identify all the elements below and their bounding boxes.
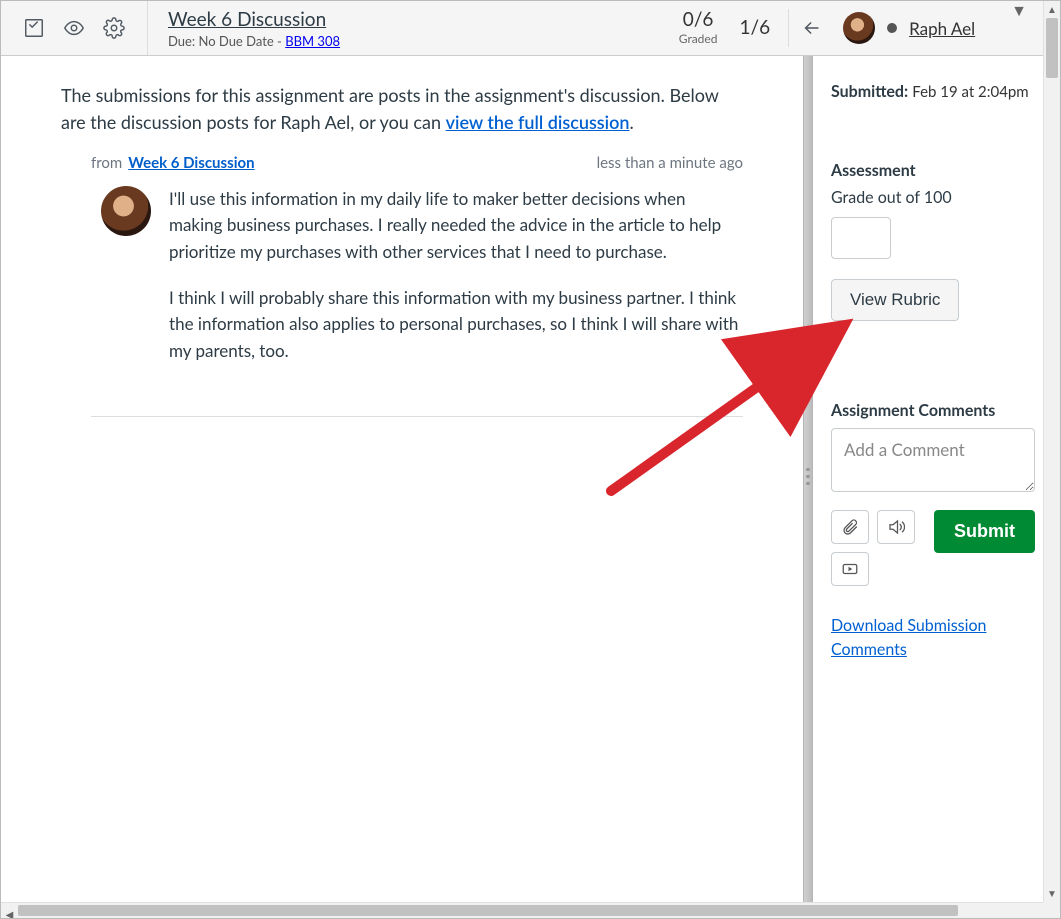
- body-area: The submissions for this assignment are …: [1, 56, 1043, 902]
- grading-stats: 0/6 Graded 1/6: [661, 1, 788, 55]
- intro-suffix: .: [630, 111, 634, 133]
- view-rubric-button[interactable]: View Rubric: [831, 279, 959, 321]
- discussion-post: from Week 6 Discussion less than a minut…: [91, 154, 743, 417]
- grade-label: Grade out of 100: [831, 188, 1035, 207]
- comment-tools: Submit: [831, 510, 1035, 586]
- post-paragraph: I think I will probably share this infor…: [169, 285, 743, 364]
- submitted-date-value: Feb 19 at 2:04pm: [912, 83, 1028, 101]
- submitted-info: Submitted: Feb 19 at 2:04pm: [831, 82, 1035, 101]
- position-value: 1/6: [739, 18, 770, 39]
- app-frame: Week 6 Discussion Due: No Due Date - BBM…: [0, 0, 1061, 919]
- view-full-discussion-link[interactable]: view the full discussion: [446, 111, 630, 133]
- grip-icon: [806, 464, 810, 494]
- comment-tool-buttons: [831, 510, 921, 586]
- post-avatar: [101, 186, 151, 236]
- gradebook-icon[interactable]: [23, 17, 45, 39]
- scroll-track[interactable]: [18, 903, 1043, 918]
- position-stat: 1/6: [739, 18, 770, 39]
- due-value: No Due Date: [198, 33, 273, 49]
- scroll-corner: [1043, 902, 1060, 918]
- student-nav: Raph Ael: [789, 1, 995, 55]
- scroll-thumb[interactable]: [18, 905, 958, 916]
- post-text: I'll use this information in my daily li…: [169, 186, 743, 384]
- assessment-section: Assessment Grade out of 100 View Rubric: [831, 161, 1035, 321]
- post-from-label: from: [91, 154, 122, 172]
- scroll-up-icon[interactable]: ▲: [1044, 1, 1060, 18]
- graded-label: Graded: [679, 31, 718, 46]
- grading-sidebar: Submitted: Feb 19 at 2:04pm Assessment G…: [813, 56, 1043, 902]
- grade-input[interactable]: [831, 217, 891, 259]
- post-body: I'll use this information in my daily li…: [101, 186, 743, 384]
- toolbar-icons: [1, 1, 148, 55]
- submit-comment-button[interactable]: Submit: [934, 510, 1035, 553]
- graded-stat: 0/6 Graded: [679, 10, 718, 46]
- assessment-title: Assessment: [831, 161, 1035, 180]
- download-comments-link[interactable]: Download Submission Comments: [831, 614, 1035, 662]
- prev-student-icon[interactable]: [801, 17, 823, 39]
- horizontal-scrollbar[interactable]: ◀ ▶: [1, 902, 1060, 918]
- scroll-track[interactable]: [1044, 18, 1060, 885]
- viewport: Week 6 Discussion Due: No Due Date - BBM…: [1, 1, 1043, 902]
- settings-icon[interactable]: [103, 17, 125, 39]
- course-link[interactable]: BBM 308: [285, 33, 340, 49]
- panel-resizer[interactable]: [803, 56, 813, 902]
- comment-textarea[interactable]: [831, 428, 1035, 492]
- due-prefix: Due:: [168, 33, 198, 49]
- status-dot-icon: [887, 23, 897, 33]
- top-bar: Week 6 Discussion Due: No Due Date - BBM…: [1, 1, 1043, 56]
- post-paragraph: I'll use this information in my daily li…: [169, 186, 743, 265]
- audio-comment-button[interactable]: [877, 510, 915, 544]
- scroll-down-icon[interactable]: ▼: [1044, 885, 1060, 902]
- scroll-thumb[interactable]: [1046, 18, 1058, 78]
- video-comment-button[interactable]: [831, 552, 869, 586]
- student-dropdown-icon[interactable]: ▼: [995, 1, 1043, 55]
- graded-count: 0/6: [679, 10, 718, 31]
- intro-text: The submissions for this assignment are …: [61, 82, 743, 136]
- assignment-subtitle: Due: No Due Date - BBM 308: [168, 33, 340, 49]
- comments-title: Assignment Comments: [831, 401, 1035, 420]
- student-selector[interactable]: Raph Ael: [835, 12, 983, 44]
- course-sep: -: [274, 33, 286, 49]
- scroll-left-icon[interactable]: ◀: [1, 908, 18, 919]
- student-avatar: [843, 12, 875, 44]
- post-source-link[interactable]: Week 6 Discussion: [128, 154, 254, 172]
- attach-file-button[interactable]: [831, 510, 869, 544]
- assignment-title-link[interactable]: Week 6 Discussion: [168, 9, 340, 32]
- assignment-header: Week 6 Discussion Due: No Due Date - BBM…: [148, 1, 360, 55]
- visibility-icon[interactable]: [63, 17, 85, 39]
- post-header: from Week 6 Discussion less than a minut…: [91, 154, 743, 172]
- submitted-label: Submitted:: [831, 82, 908, 101]
- vertical-scrollbar[interactable]: ▲ ▼: [1043, 1, 1060, 902]
- comments-section: Assignment Comments: [831, 401, 1035, 662]
- student-name: Raph Ael: [909, 18, 975, 39]
- post-timestamp: less than a minute ago: [597, 154, 743, 172]
- submission-content: The submissions for this assignment are …: [1, 56, 803, 902]
